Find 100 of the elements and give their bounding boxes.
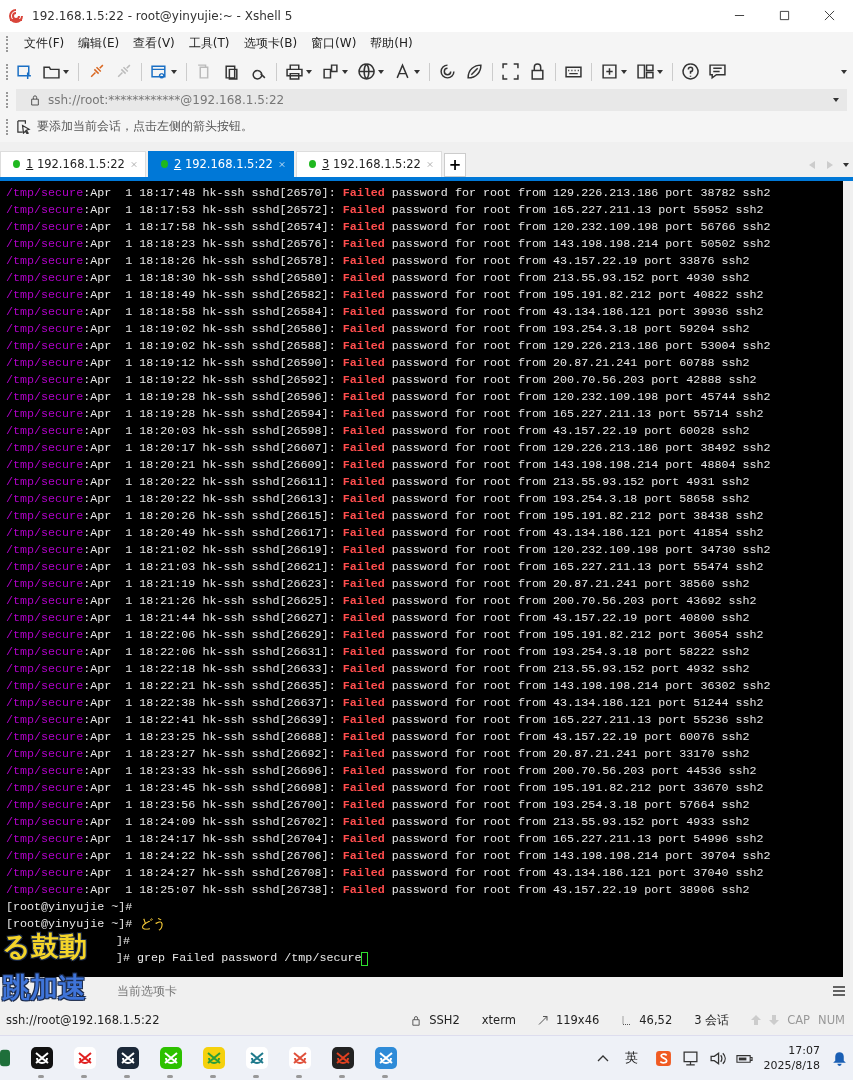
clipboard-icon[interactable] [223,63,240,81]
caret-icon[interactable] [833,97,839,102]
terminal-line: /tmp/secure:Apr 1 18:23:25 hk-ssh sshd[26688]: Failed password for root from 43.157.22.19 port 60076 ssh2 [6,728,751,746]
num-lock-indicator: NUM [818,1013,845,1028]
window-title: 192.168.1.5:22 - root@yinyujie:~ - Xshell 5 [32,8,293,23]
session-count-text: 3 会话 [694,1012,730,1028]
terminal-line: /tmp/secure:Apr 1 18:20:03 hk-ssh sshd[26598]: Failed password for root from 43.157.22.19 port 60028 ssh2 [6,422,751,440]
caret-icon[interactable] [63,69,69,74]
menu-item[interactable]: 工具(T) [188,35,230,53]
network-icon[interactable] [681,1049,699,1067]
resize-icon [537,1014,548,1026]
address-field[interactable]: ssh://root:************@192.168.1.5:22 [16,88,847,111]
printer-icon[interactable] [286,63,303,81]
leaf-icon[interactable] [466,63,483,81]
terminal-line: /tmp/secure:Apr 1 18:23:33 hk-ssh sshd[26696]: Failed password for root from 200.70.56.203 port 44536 ssh2 [6,762,758,780]
terminal-line: /tmp/secure:Apr 1 18:19:12 hk-ssh sshd[26590]: Failed password for root from 20.87.21.241 port 60788 ssh2 [6,354,751,372]
menu-item[interactable]: 文件(F) [24,35,65,53]
terminal-line: /tmp/secure:Apr 1 18:24:27 hk-ssh sshd[26708]: Failed password for root from 43.134.186.121 port 37040 ssh2 [6,864,765,882]
terminal-line: /tmp/secure:Apr 1 18:18:23 hk-ssh sshd[26576]: Failed password for root from 143.198.198.214 port 50502 ssh2 [6,235,772,253]
session-tab[interactable]: 3 192.168.1.5:22 [296,150,442,177]
arrow-icon[interactable] [16,119,31,135]
terminal-line: /tmp/secure:Apr 1 18:21:44 hk-ssh sshd[26627]: Failed password for root from 43.157.22.19 port 40800 ssh2 [6,609,751,627]
cursor-position-icon [621,1014,632,1026]
menu-item[interactable]: 查看(V) [133,35,175,53]
command-text: grep Failed password /tmp/secure [136,949,362,967]
layout-icon[interactable] [637,63,654,81]
terminal-line: /tmp/secure:Apr 1 18:21:03 hk-ssh sshd[26621]: Failed password for root from 165.227.211.13 port 55474 ssh2 [6,558,765,576]
lock-icon [30,93,40,106]
shell-prompt: [root@yinyujie ~]# [6,915,133,932]
terminal-size-text: 119x46 [555,1013,600,1028]
lyric-furigana: どう [140,916,166,932]
terminal-line: /tmp/secure:Apr 1 18:18:30 hk-ssh sshd[26580]: Failed password for root from 213.55.93.152 port 4930 ssh2 [6,269,751,287]
caret-icon[interactable] [414,69,420,74]
caret-icon[interactable] [171,69,177,74]
menu-item[interactable]: 帮助(H) [370,35,413,53]
terminal-line: /tmp/secure:Apr 1 18:19:02 hk-ssh sshd[26586]: Failed password for root from 193.254.3.18 port 59204 ssh2 [6,320,751,338]
input-method-indicator[interactable]: 英 [624,1049,638,1067]
terminal-line: /tmp/secure:Apr 1 18:19:22 hk-ssh sshd[26592]: Failed password for root from 200.70.56.203 port 42888 ssh2 [6,371,758,389]
caret-icon[interactable] [621,69,627,74]
terminal-line: /tmp/secure:Apr 1 18:24:22 hk-ssh sshd[26706]: Failed password for root from 143.198.198.214 port 39704 ssh2 [6,847,772,865]
menu-item[interactable]: 选项卡(B) [243,35,298,53]
session-tab[interactable]: 2 192.168.1.5:22 [148,150,294,177]
terminal-line: /tmp/secure:Apr 1 18:20:49 hk-ssh sshd[26617]: Failed password for root from 43.134.186.121 port 41854 ssh2 [6,524,765,542]
terminal-line: /tmp/secure:Apr 1 18:20:17 hk-ssh sshd[26607]: Failed password for root from 129.226.213.186 port 38492 ssh2 [6,439,772,457]
lock-icon[interactable] [529,63,546,81]
new-window-icon[interactable] [16,63,33,81]
terminal-line: /tmp/secure:Apr 1 18:22:38 hk-ssh sshd[26637]: Failed password for root from 43.134.186.121 port 51244 ssh2 [6,694,765,712]
lyric-line: 跳加速 [2,972,86,1004]
shell-prompt: [root@yinyujie ~]# [6,898,133,916]
new-tab-button[interactable]: + [444,152,466,177]
volume-icon[interactable] [708,1049,726,1067]
terminal-line: /tmp/secure:Apr 1 18:21:02 hk-ssh sshd[26619]: Failed password for root from 120.232.109.198 port 34730 ssh2 [6,541,772,559]
terminal-line: /tmp/secure:Apr 1 18:20:22 hk-ssh sshd[26613]: Failed password for root from 193.254.3.18 port 58658 ssh2 [6,490,751,508]
terminal-line: /tmp/secure:Apr 1 18:18:49 hk-ssh sshd[26582]: Failed password for root from 195.191.82.212 port 40822 ssh2 [6,286,765,304]
terminal-line: /tmp/secure:Apr 1 18:20:22 hk-ssh sshd[26611]: Failed password for root from 213.55.93.152 port 4931 ssh2 [6,473,751,491]
caret-icon[interactable] [843,162,849,167]
caps-lock-indicator: CAP [787,1013,811,1028]
terminal-line: /tmp/secure:Apr 1 18:18:58 hk-ssh sshd[26584]: Failed password for root from 43.134.186.121 port 39936 ssh2 [6,303,765,321]
maximize-icon[interactable] [779,10,790,22]
terminal-line: /tmp/secure:Apr 1 18:23:27 hk-ssh sshd[26692]: Failed password for root from 20.87.21.241 port 33170 ssh2 [6,745,751,763]
lock-icon [411,1014,422,1026]
chevron-up-icon[interactable] [596,1054,609,1062]
caret-icon[interactable] [378,69,384,74]
terminal-line: /tmp/secure:Apr 1 18:25:07 hk-ssh sshd[26738]: Failed password for root from 43.157.22.19 port 38906 ssh2 [6,881,751,899]
protocol-text: SSH2 [429,1013,460,1028]
shell-prompt: ]# [116,932,131,950]
terminal-line: /tmp/secure:Apr 1 18:17:48 hk-ssh sshd[26570]: Failed password for root from 129.226.213.186 port 38782 ssh2 [6,184,772,202]
session-tab[interactable]: 1 192.168.1.5:22 [0,150,146,177]
terminal-line: /tmp/secure:Apr 1 18:17:58 hk-ssh sshd[26574]: Failed password for root from 120.232.109.198 port 56766 ssh2 [6,218,772,236]
scrollbar[interactable] [843,180,853,978]
caret-icon[interactable] [342,69,348,74]
menu-item[interactable]: 窗口(W) [311,35,357,53]
bell-icon[interactable] [831,1049,848,1067]
terminal-line: /tmp/secure:Apr 1 18:22:41 hk-ssh sshd[26639]: Failed password for root from 165.227.211.13 port 55236 ssh2 [6,711,765,729]
caret-icon[interactable] [657,69,663,74]
terminal-line: /tmp/secure:Apr 1 18:19:02 hk-ssh sshd[26588]: Failed password for root from 129.226.213.186 port 53004 ssh2 [6,337,772,355]
caret-icon[interactable] [306,69,312,74]
clock-date[interactable]: 2025/8/18 [763,1058,820,1073]
close-icon[interactable] [824,10,835,22]
add-box-icon[interactable] [601,63,618,81]
font-icon[interactable] [394,63,411,81]
chat-icon[interactable] [709,63,726,81]
shell-prompt: ]# [116,949,131,967]
help-icon[interactable] [682,63,699,81]
input-app-icon[interactable] [654,1049,672,1067]
globe-icon[interactable] [358,63,375,81]
menu-item[interactable]: 编辑(E) [78,35,120,53]
terminal-line: /tmp/secure:Apr 1 18:22:21 hk-ssh sshd[26635]: Failed password for root from 143.198.198.214 port 36302 ssh2 [6,677,772,695]
terminal-line: /tmp/secure:Apr 1 18:21:26 hk-ssh sshd[26625]: Failed password for root from 200.70.56.203 port 43692 ssh2 [6,592,758,610]
terminal-line: /tmp/secure:Apr 1 18:20:21 hk-ssh sshd[26609]: Failed password for root from 143.198.198.214 port 48804 ssh2 [6,456,772,474]
shell-icon[interactable] [439,63,456,81]
terminal-line: /tmp/secure:Apr 1 18:17:53 hk-ssh sshd[26572]: Failed password for root from 165.227.211.13 port 55952 ssh2 [6,201,765,219]
fullscreen-icon[interactable] [502,63,519,81]
clock-time[interactable]: 17:07 [788,1043,820,1058]
window-gear-icon[interactable] [151,63,168,81]
terminal-line: /tmp/secure:Apr 1 18:18:26 hk-ssh sshd[26578]: Failed password for root from 43.157.22.19 port 33876 ssh2 [6,252,751,270]
send-text-field[interactable]: 当前选项卡 [115,983,833,1000]
caret-icon[interactable] [841,69,847,74]
menu-icon[interactable] [833,986,845,997]
terminal-line: /tmp/secure:Apr 1 18:21:19 hk-ssh sshd[26623]: Failed password for root from 20.87.21.241 port 38560 ssh2 [6,575,751,593]
